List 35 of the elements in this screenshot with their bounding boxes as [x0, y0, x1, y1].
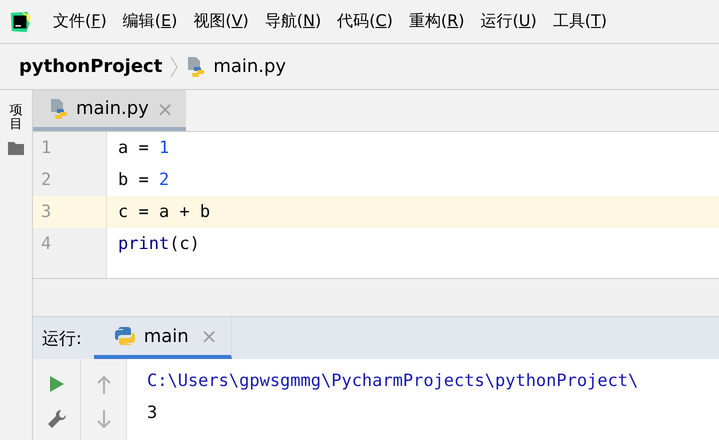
menu-item[interactable]: 工具(T) — [552, 11, 608, 32]
code-line: a = 1 — [117, 138, 170, 158]
code-line: c = a + b — [117, 202, 210, 222]
app-logo-icon — [9, 10, 31, 32]
python-icon — [114, 325, 136, 347]
run-panel-label: 运行: — [41, 328, 83, 350]
console-output-line: C:\Users\gpwsgmmg\PycharmProjects\pythonProject\ — [147, 370, 638, 393]
breadcrumb-project[interactable]: pythonProject — [19, 56, 162, 77]
code-line: print(c) — [117, 234, 200, 254]
folder-icon — [8, 140, 24, 155]
editor-tab[interactable]: main.py × — [33, 90, 186, 131]
project-tool-tab[interactable]: 项目 — [10, 104, 22, 133]
line-number: 4 — [33, 228, 107, 260]
console-output-line: 3 — [147, 402, 158, 425]
menu-item[interactable]: 导航(N) — [264, 11, 322, 32]
menu-item[interactable]: 代码(C) — [337, 11, 393, 32]
python-file-icon — [49, 98, 69, 120]
breadcrumb-file[interactable]: main.py — [213, 56, 286, 77]
tab-label: main — [144, 326, 189, 346]
menu-item[interactable]: 视图(V) — [193, 11, 249, 32]
menu-item[interactable]: 重构(R) — [408, 11, 465, 32]
menu-item[interactable]: 编辑(E) — [122, 11, 178, 32]
up-arrow-icon[interactable] — [96, 375, 112, 395]
wrench-icon[interactable] — [46, 409, 66, 429]
python-file-icon — [186, 56, 206, 78]
code-line: b = 2 — [117, 170, 170, 190]
menu-item[interactable]: 文件(F) — [53, 11, 107, 32]
line-number: 2 — [33, 164, 107, 196]
line-number: 1 — [33, 132, 107, 164]
code-editor[interactable]: 1 a = 1 2 b = 2 3 c = a + b 4 print(c) — [33, 132, 719, 278]
down-arrow-icon[interactable] — [96, 409, 112, 429]
chevron-icon — [170, 54, 178, 78]
run-icon[interactable] — [48, 375, 64, 393]
menu-item[interactable]: 运行(U) — [480, 11, 537, 32]
tab-label: main.py — [76, 98, 149, 119]
